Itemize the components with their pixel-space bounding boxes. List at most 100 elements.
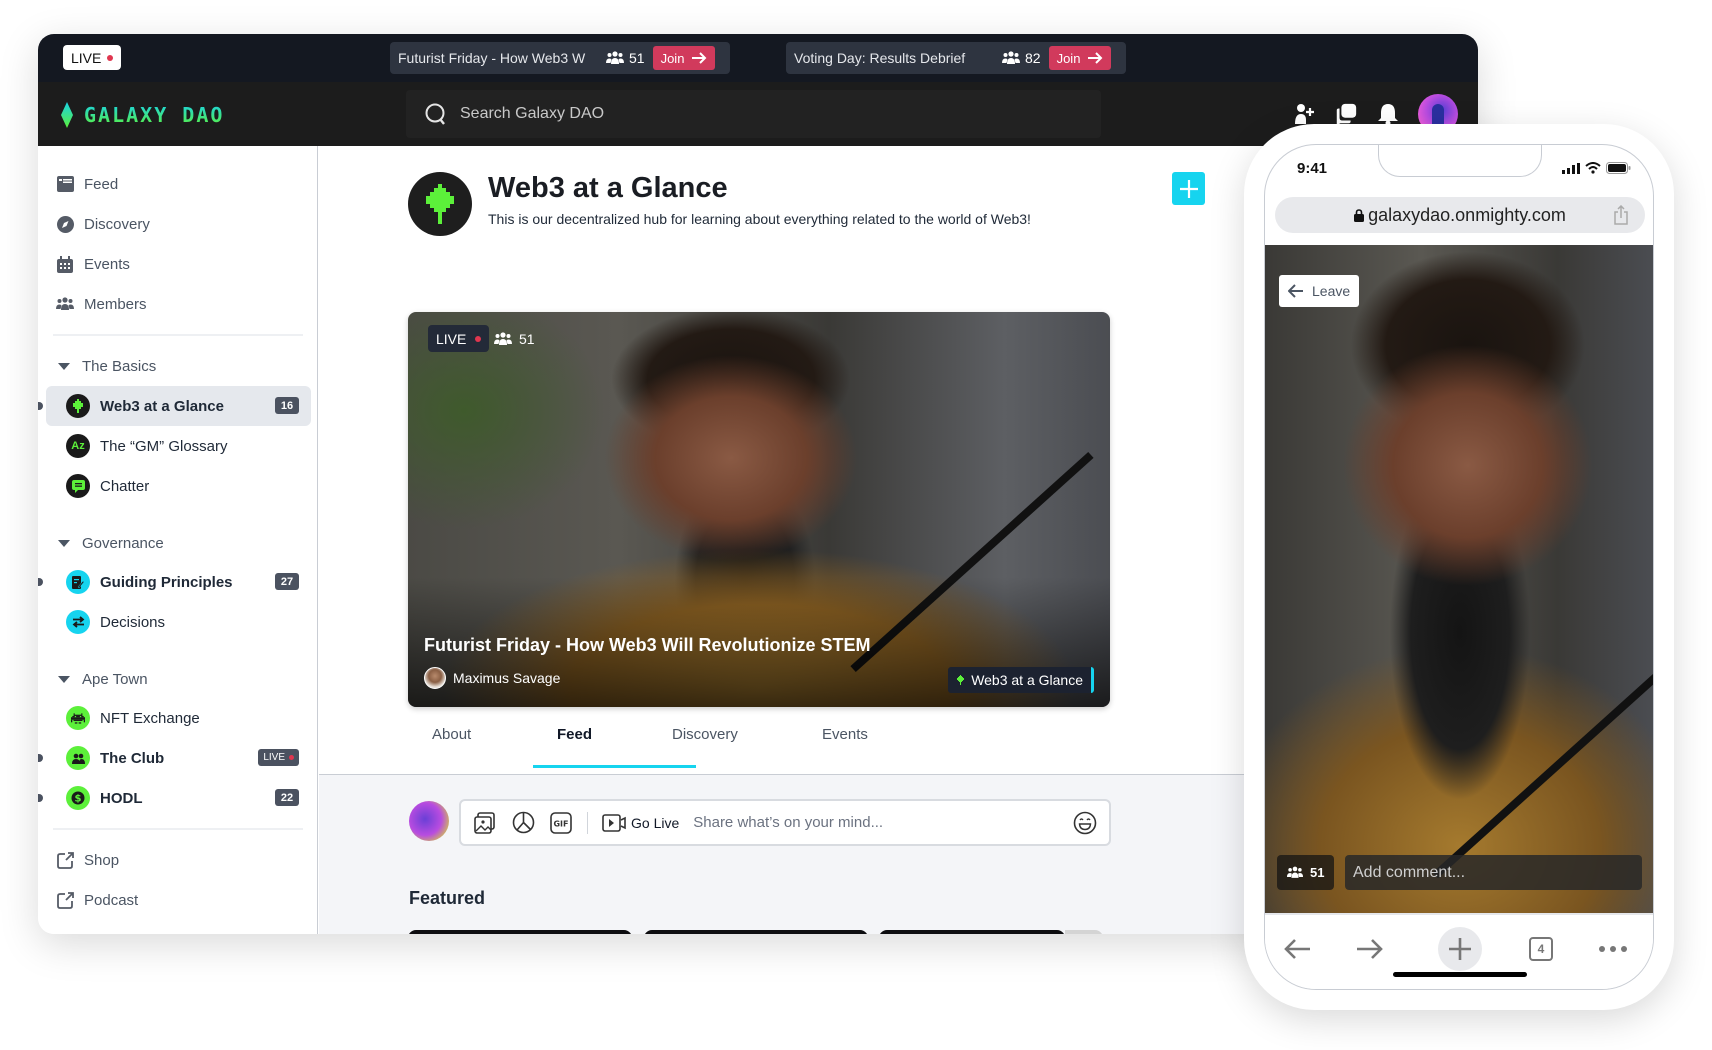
featured-heading: Featured <box>409 888 486 908</box>
leave-button[interactable]: Leave <box>1279 275 1360 307</box>
author-name: Maximus Savage <box>453 670 561 686</box>
live-video-author[interactable]: Maximus Savage <box>424 667 560 689</box>
sidebar-item-feed[interactable]: Feed <box>56 166 306 202</box>
sidebar-item-events[interactable]: Events <box>56 246 306 282</box>
phone-live-video: Leave 51 <box>1265 245 1653 913</box>
sidebar-channel-the-club[interactable]: The Club LIVE <box>38 738 311 778</box>
join-label: Join <box>1056 50 1081 66</box>
bell-icon[interactable] <box>1376 102 1400 126</box>
sidebar-group-label: The Basics <box>82 357 157 375</box>
sidebar-group-the-basics[interactable]: The Basics <box>58 351 156 381</box>
chat-icon[interactable] <box>1334 102 1358 126</box>
tab-discovery[interactable]: Discovery <box>672 726 822 766</box>
live-indicator[interactable]: LIVE <box>63 45 122 70</box>
live-event-item[interactable]: Futurist Friday - How Web3 W 51 Join <box>390 42 730 74</box>
tab-about[interactable]: About <box>432 726 557 766</box>
emoji-icon[interactable] <box>1073 811 1097 835</box>
tab-label: Discovery <box>672 726 738 743</box>
share-icon[interactable] <box>1613 204 1629 230</box>
feed-icon <box>56 175 74 193</box>
tabs-button[interactable]: 4 <box>1523 931 1559 967</box>
featured-card[interactable] <box>644 930 868 934</box>
gif-icon[interactable]: GIF <box>549 811 573 835</box>
sidebar: Feed Discovery Events Members The Basics <box>38 146 318 934</box>
sidebar-item-label: Shop <box>84 851 120 869</box>
sidebar-channel-web3-at-a-glance[interactable]: Web3 at a Glance 16 <box>38 386 311 426</box>
mobile-browser-toolbar: 4 <box>1265 913 1653 989</box>
leave-label: Leave <box>1312 283 1351 299</box>
arrow-left-icon <box>1284 939 1310 959</box>
sidebar-item-members[interactable]: Members <box>56 286 306 322</box>
brand-logo[interactable]: GALAXY DAO <box>60 102 224 128</box>
sidebar-item-label: Feed <box>84 175 119 193</box>
sidebar-item-label: Events <box>84 255 130 273</box>
people-icon <box>494 331 512 345</box>
join-label: Join <box>660 50 685 66</box>
sidebar-channel-decisions[interactable]: Decisions <box>46 602 311 642</box>
new-tab-button[interactable] <box>1438 927 1482 971</box>
sidebar-link-podcast[interactable]: Podcast <box>56 882 306 918</box>
add-user-icon[interactable] <box>1292 102 1316 126</box>
search-icon <box>425 103 445 125</box>
author-avatar <box>424 667 446 689</box>
browser-url-bar[interactable]: galaxydao.onmighty.com <box>1275 197 1645 233</box>
arrow-right-icon <box>692 52 707 64</box>
post-input[interactable] <box>693 814 1059 831</box>
unread-count-badge: 27 <box>275 573 299 590</box>
featured-card[interactable] <box>408 930 632 934</box>
forward-button[interactable] <box>1352 931 1388 967</box>
unread-indicator <box>38 754 43 762</box>
phone-screen: 9:41 galaxydao.onmighty.com Leave 51 Add… <box>1264 144 1654 990</box>
tab-events[interactable]: Events <box>822 726 868 766</box>
comment-input[interactable] <box>1345 855 1642 890</box>
composer-divider <box>587 811 588 834</box>
dollar-icon: $ <box>66 786 90 810</box>
members-icon <box>56 295 74 313</box>
sidebar-channel-hodl[interactable]: $ HODL 22 <box>38 778 311 818</box>
sidebar-channel-guiding-principles[interactable]: Guiding Principles 27 <box>38 562 311 602</box>
sidebar-item-discovery[interactable]: Discovery <box>56 206 306 242</box>
people-icon <box>66 746 90 770</box>
sidebar-channel-nft-exchange[interactable]: NFT Exchange <box>46 698 311 738</box>
sidebar-group-ape-town[interactable]: Ape Town <box>58 664 148 694</box>
join-button[interactable]: Join <box>652 46 716 70</box>
tab-label: Feed <box>557 726 593 743</box>
channel-label: The Club <box>100 749 165 767</box>
status-time: 9:41 <box>1297 160 1328 177</box>
live-video-card[interactable]: LIVE 51 Futurist Friday - How Web3 Will … <box>408 312 1110 707</box>
go-live-button[interactable]: Go Live <box>602 813 679 832</box>
hub-avatar <box>408 172 472 236</box>
crystal-logo-icon <box>61 102 73 128</box>
search-bar[interactable] <box>406 90 1101 138</box>
live-video-title: Futurist Friday - How Web3 Will Revoluti… <box>424 635 871 655</box>
caret-down-icon <box>58 539 70 547</box>
channel-label: Web3 at a Glance <box>100 397 224 415</box>
phone-notch <box>1378 145 1542 177</box>
arrow-right-icon <box>1357 939 1383 959</box>
sidebar-link-shop[interactable]: Shop <box>56 842 306 878</box>
tab-feed[interactable]: Feed <box>533 726 696 768</box>
chat-bubble-icon <box>66 474 90 498</box>
channel-tag[interactable]: Web3 at a Glance <box>948 667 1094 693</box>
sidebar-item-label: Discovery <box>84 215 150 233</box>
post-composer[interactable]: GIF Go Live <box>459 799 1111 846</box>
poll-chart-icon[interactable] <box>511 811 535 835</box>
sidebar-group-governance[interactable]: Governance <box>58 528 164 558</box>
back-button[interactable] <box>1279 931 1315 967</box>
featured-card[interactable] <box>879 930 1065 934</box>
join-button[interactable]: Join <box>1048 46 1112 70</box>
add-button[interactable] <box>1172 172 1205 205</box>
svg-text:GIF: GIF <box>553 819 568 828</box>
sidebar-channel-chatter[interactable]: Chatter <box>46 466 311 506</box>
live-event-viewers: 82 <box>1002 50 1041 66</box>
more-options-button[interactable] <box>1595 931 1631 967</box>
lock-icon <box>1354 208 1365 222</box>
live-event-item[interactable]: Voting Day: Results Debrief 82 Join <box>786 42 1126 74</box>
stage: LIVE Futurist Friday - How Web3 W 51 Joi… <box>0 0 1712 1050</box>
image-icon[interactable] <box>473 811 497 835</box>
channel-label: Decisions <box>100 613 166 631</box>
search-input[interactable] <box>460 105 1020 123</box>
sidebar-channel-gm-glossary[interactable]: Az The “GM” Glossary <box>46 426 311 466</box>
live-badge: LIVE <box>428 325 490 352</box>
signal-icon <box>1562 162 1580 174</box>
